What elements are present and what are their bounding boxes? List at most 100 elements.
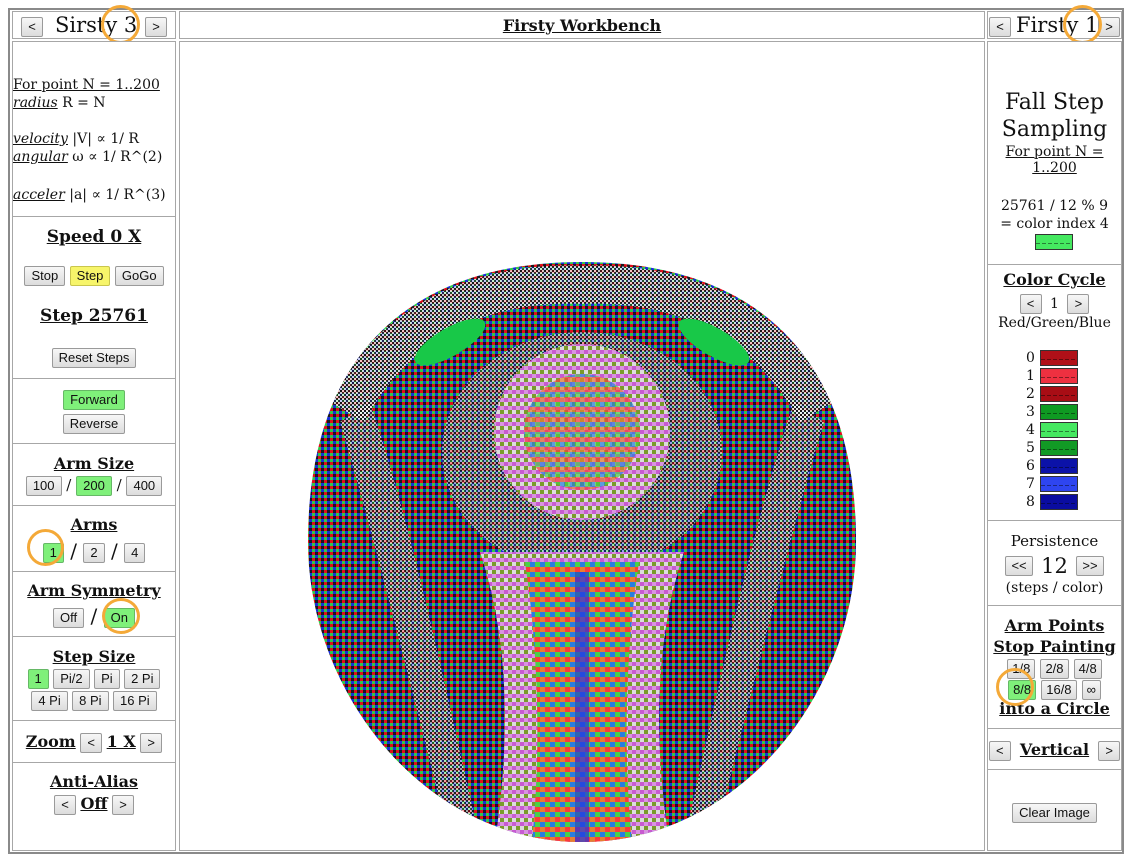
pattern-canvas[interactable] [180,42,984,850]
formula-radius: radius R = N [13,94,173,112]
legend-swatch-4[interactable] [1040,422,1078,438]
legend-swatch-3[interactable] [1040,404,1078,420]
step-size-pi-half-button[interactable]: Pi/2 [53,669,90,689]
fraction-4-8-button[interactable]: 4/8 [1073,658,1102,679]
legend-swatch-7[interactable] [1040,476,1078,492]
legend-row-6: 6 [1026,458,1078,474]
velocity-text: |V| ∝ 1/ R [67,131,139,147]
velocity-link[interactable]: velocity [13,131,68,147]
center-header: Firsty Workbench [179,11,985,39]
zoom-out-button[interactable]: < [80,733,103,753]
arm-size-200-button[interactable]: 200 [76,476,112,496]
step-size-8pi-button[interactable]: 8 Pi [72,691,109,711]
legend-swatch-1[interactable] [1040,368,1078,384]
persistence-increase-button[interactable]: >> [1075,556,1104,576]
color-cycle-next-button[interactable]: > [1067,294,1090,314]
forward-button[interactable]: Forward [63,390,125,410]
legend-row-7: 7 [1026,476,1078,492]
legend-index: 8 [1026,494,1035,510]
legend-swatch-0[interactable] [1040,350,1078,366]
radius-link[interactable]: radius [13,95,58,111]
step-size-16pi-button[interactable]: 16 Pi [113,691,157,711]
color-cycle-value: 1 [1050,296,1059,312]
arm-symmetry-label[interactable]: Arm Symmetry [13,581,175,600]
fraction-16-8-button[interactable]: 16/8 [1041,679,1077,700]
legend-row-2: 2 [1026,386,1078,402]
arms-divider: / [110,539,118,563]
speed-label[interactable]: Speed 0 X [13,227,175,247]
anti-alias-value[interactable]: Off [80,794,107,813]
angular-text: ω ∝ 1/ R^(2) [67,149,163,165]
stop-button[interactable]: Stop [24,266,66,286]
anti-alias-label[interactable]: Anti-Alias [13,772,175,791]
arm-size-label[interactable]: Arm Size [13,454,175,473]
anti-alias-next-button[interactable]: > [111,795,134,815]
step-size-2pi-button[interactable]: 2 Pi [124,669,161,689]
fraction-8-8-button[interactable]: 8/8 [1008,679,1037,700]
firsty-prev-button[interactable]: < [989,17,1011,37]
stop-painting-label[interactable]: Stop Painting [988,637,1121,656]
step-size-pi-button[interactable]: Pi [94,669,120,689]
orientation-prev-button[interactable]: < [988,740,1011,761]
angular-link[interactable]: angular [13,149,68,165]
sampling-title-1: Fall Step [1005,90,1104,115]
arms-label[interactable]: Arms [13,515,175,534]
color-cycle-name: Red/Green/Blue [998,315,1111,331]
legend-row-4: 4 [1026,422,1078,438]
step-size-label[interactable]: Step Size [13,647,175,666]
clear-image-button[interactable]: Clear Image [1012,802,1097,823]
step-size-4pi-button[interactable]: 4 Pi [31,691,68,711]
legend-index: 6 [1026,458,1035,474]
sampling-subtitle[interactable]: For point N = 1..200 [988,144,1121,176]
arms-4-button[interactable]: 4 [124,542,146,563]
legend-swatch-5[interactable] [1040,440,1078,456]
fraction-2-8-button[interactable]: 2/8 [1040,658,1069,679]
current-color-swatch [1035,234,1073,250]
formula-points[interactable]: For point N = 1..200 [13,76,173,94]
step-count[interactable]: Step 25761 [13,306,175,326]
anti-alias-prev-button[interactable]: < [54,795,76,815]
symmetry-on-button[interactable]: On [103,607,135,628]
firsty-next-button[interactable]: > [1098,17,1120,37]
symmetry-off-button[interactable]: Off [53,607,85,628]
color-cycle-label[interactable]: Color Cycle [988,270,1121,289]
fraction-1-8-button[interactable]: 1/8 [1007,658,1036,679]
right-header: < Firsty 1 > [987,11,1122,39]
arm-size-100-button[interactable]: 100 [25,476,62,496]
legend-row-5: 5 [1026,440,1078,456]
reset-steps-button[interactable]: Reset Steps [51,348,137,368]
gogo-button[interactable]: GoGo [114,266,164,286]
arm-size-400-button[interactable]: 400 [126,476,163,496]
legend-index: 7 [1026,476,1035,492]
orientation-next-button[interactable]: > [1098,740,1121,761]
legend-index: 3 [1026,404,1035,420]
legend-index: 1 [1026,368,1035,384]
acceler-link[interactable]: acceler [13,187,65,203]
legend-row-1: 1 [1026,368,1078,384]
into-circle-label[interactable]: into a Circle [988,699,1121,718]
sirsty-title: Sirsty 3 [55,13,138,37]
arm-points-label[interactable]: Arm Points [988,616,1121,635]
canvas-panel [179,41,985,851]
orientation-value[interactable]: Vertical [1016,740,1093,759]
sirsty-next-button[interactable]: > [145,17,167,37]
reverse-button[interactable]: Reverse [62,414,126,434]
step-button[interactable]: Step [69,266,111,286]
legend-swatch-2[interactable] [1040,386,1078,402]
calc-line-1: 25761 / 12 % 9 [1000,198,1109,214]
arm-size-divider: / [116,476,122,494]
sirsty-prev-button[interactable]: < [21,17,43,37]
legend-swatch-6[interactable] [1040,458,1078,474]
zoom-label[interactable]: Zoom [26,732,76,751]
zoom-in-button[interactable]: > [140,733,163,753]
step-size-1-button[interactable]: 1 [27,669,49,689]
pattern-shape [308,262,856,842]
persistence-decrease-button[interactable]: << [1005,556,1034,576]
fraction-infinity-button[interactable]: ∞ [1081,679,1101,700]
arms-1-button[interactable]: 1 [42,542,64,563]
zoom-value[interactable]: 1 X [107,732,136,751]
color-cycle-prev-button[interactable]: < [1019,294,1042,314]
arms-2-button[interactable]: 2 [83,542,105,563]
workbench-title[interactable]: Firsty Workbench [180,16,984,35]
legend-swatch-8[interactable] [1040,494,1078,510]
